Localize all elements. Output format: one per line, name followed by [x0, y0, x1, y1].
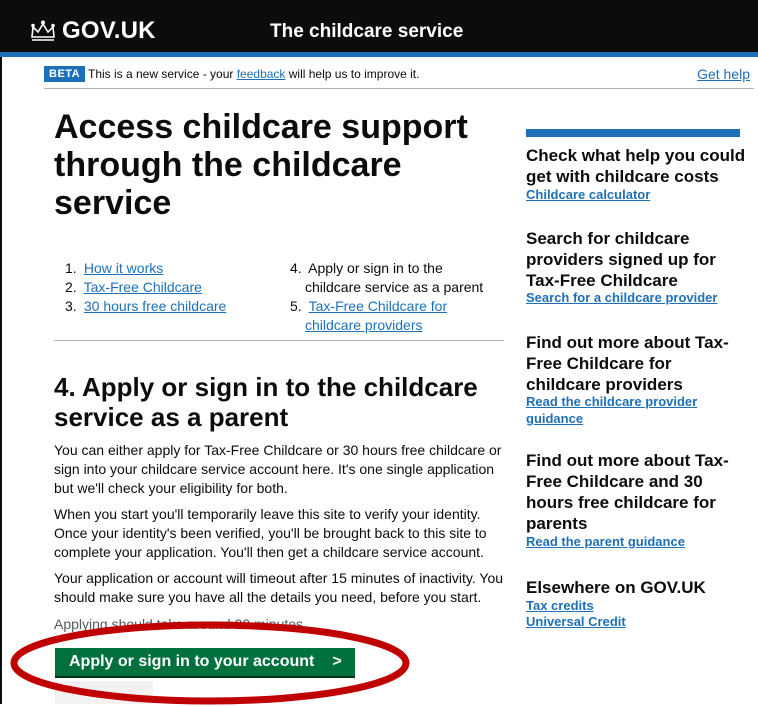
section-heading: 4. Apply or sign in to the childcare ser… [54, 372, 478, 432]
universal-credit-link[interactable]: Universal Credit [526, 613, 751, 630]
page-title: Access childcare support through the chi… [54, 108, 468, 222]
childcare-calculator-link[interactable]: Childcare calculator [526, 186, 751, 203]
contents-number: 1. [65, 260, 77, 276]
tax-credits-link[interactable]: Tax credits [526, 597, 751, 614]
feedback-link[interactable]: feedback [237, 67, 286, 81]
service-name-link[interactable]: The childcare service [270, 21, 463, 43]
contents-link-tax-free-childcare[interactable]: Tax-Free Childcare [84, 279, 202, 295]
site-header: GOV.UK The childcare service [0, 0, 758, 57]
contents-link-how-it-works[interactable]: How it works [84, 260, 163, 276]
body-paragraph: Your application or account will timeout… [54, 570, 504, 605]
contents-item: 5. Tax-Free Childcare for childcare provi… [290, 297, 510, 335]
contents-number: 5. [290, 298, 302, 314]
contents-item: 3. 30 hours free childcare [65, 297, 265, 316]
contents-item-current: 4. Apply or sign in to the childcare serv… [290, 259, 510, 297]
contents-current-line1: Apply or sign in to the [308, 260, 443, 276]
contents-number: 4. [290, 260, 302, 276]
contents-number: 3. [65, 298, 77, 314]
contents-item: 1. How it works [65, 259, 265, 278]
contents-link-providers-line2[interactable]: childcare providers [305, 317, 423, 333]
crown-icon [31, 20, 55, 41]
contents-list-left: 1. How it works 2. Tax-Free Childcare 3.… [65, 259, 265, 316]
provider-guidance-link[interactable]: Read the childcare provider guidance [526, 393, 751, 427]
contents-item: 2. Tax-Free Childcare [65, 278, 265, 297]
contents-number: 2. [65, 279, 77, 295]
contents-list-right: 4. Apply or sign in to the childcare serv… [290, 259, 510, 335]
header-blue-strip [0, 52, 758, 57]
sidebar-heading-search-providers: Search for childcare providers signed up… [526, 229, 716, 290]
get-help-link[interactable]: Get help [697, 66, 750, 82]
beta-tag: BETA [44, 66, 86, 82]
sidebar-heading-providers: Find out more about Tax-Free Childcare f… [526, 333, 729, 394]
sidebar-accent-bar [526, 129, 740, 137]
beta-text-after: will help us to improve it. [285, 67, 420, 81]
contents-link-providers-line1[interactable]: Tax-Free Childcare for [309, 298, 448, 314]
sidebar-heading-elsewhere: Elsewhere on GOV.UK [526, 578, 706, 597]
search-provider-link[interactable]: Search for a childcare provider [526, 289, 751, 306]
contents-link-30-hours[interactable]: 30 hours free childcare [84, 298, 226, 314]
contents-divider [54, 340, 504, 341]
highlight-oval-annotation [10, 621, 410, 705]
sidebar-heading-parents: Find out more about Tax-Free Childcare a… [526, 451, 729, 533]
beta-banner-divider [44, 88, 754, 89]
body-paragraph: You can either apply for Tax-Free Childc… [54, 442, 502, 496]
sidebar-heading-calculator: Check what help you could get with child… [526, 146, 746, 186]
beta-banner-text: This is a new service - your feedback wi… [88, 67, 419, 81]
body-paragraph: When you start you'll temporarily leave … [54, 506, 487, 560]
contents-current-line2: childcare service as a parent [305, 279, 484, 295]
beta-text-before: This is a new service - your [88, 67, 237, 81]
govuk-logo-link[interactable]: GOV.UK [62, 17, 156, 45]
parent-guidance-link[interactable]: Read the parent guidance [526, 533, 751, 550]
